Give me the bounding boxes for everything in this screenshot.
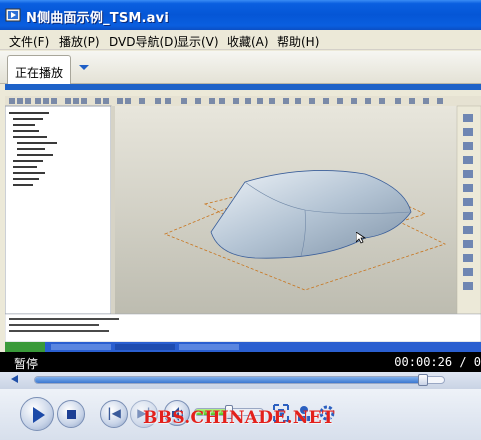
previous-button[interactable]: |◀ [100, 400, 128, 428]
tab-now-playing-label: 正在播放 [14, 66, 63, 80]
tab-dropdown-arrow-icon[interactable] [79, 65, 89, 70]
media-player-icon [5, 8, 21, 22]
play-button[interactable] [20, 397, 54, 431]
title-bar[interactable]: N侧曲面示例_TSM.avi [0, 0, 481, 30]
menu-dvd-navigation[interactable]: DVD导航(D) [109, 33, 178, 50]
media-player-window: N侧曲面示例_TSM.avi 文件(F) 播放(P) DVD导航(D) 显示(V… [0, 0, 481, 440]
playback-state: 暂停 [14, 357, 39, 371]
seek-slider[interactable] [34, 374, 445, 386]
window-title: N侧曲面示例_TSM.avi [26, 11, 169, 26]
mouse-cursor-icon [356, 232, 366, 244]
stop-button[interactable] [57, 400, 85, 428]
stop-icon [67, 410, 76, 419]
menu-play[interactable]: 播放(P) [59, 33, 100, 50]
menu-help[interactable]: 帮助(H) [277, 33, 319, 50]
playback-status-bar: 暂停 00:00:26 / 0 [0, 352, 481, 372]
playback-time: 00:00:26 / 0 [394, 355, 481, 369]
menu-bar: 文件(F) 播放(P) DVD导航(D) 显示(V) 收藏(A) 帮助(H) [0, 30, 481, 50]
tab-now-playing[interactable]: 正在播放 [7, 55, 71, 85]
seek-progress [35, 377, 428, 383]
previous-icon: |◀ [107, 406, 121, 420]
seek-thumb[interactable] [418, 374, 428, 386]
play-icon [33, 407, 45, 423]
menu-file[interactable]: 文件(F) [9, 33, 49, 50]
tab-bar: 正在播放 [0, 51, 481, 85]
seek-back-icon[interactable] [11, 375, 18, 383]
cad-screen-image [5, 84, 481, 352]
menu-view[interactable]: 显示(V) [177, 33, 219, 50]
watermark-text: BBS.CHINADE.NET [143, 408, 335, 428]
seek-bar [0, 372, 481, 389]
menu-favorites[interactable]: 收藏(A) [227, 33, 269, 50]
video-frame [5, 84, 481, 352]
video-area[interactable] [0, 84, 481, 352]
